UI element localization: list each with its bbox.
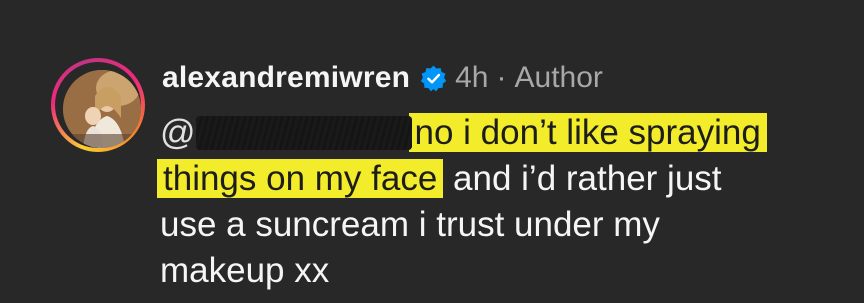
comment-screen: alexandremiwren 4h · Author @ no i don’t … bbox=[0, 0, 864, 303]
comment-line-4: makeup xx bbox=[160, 251, 330, 290]
username[interactable]: alexandremiwren bbox=[162, 61, 410, 95]
meta-separator: · bbox=[496, 61, 507, 94]
avatar-photo bbox=[63, 70, 141, 148]
timestamp: 4h bbox=[455, 61, 489, 94]
mention-prefix[interactable]: @ bbox=[160, 113, 196, 152]
comment-line-1: @ no i don’t like spraying bbox=[160, 110, 850, 156]
comment-text-segment: and i’d rather just bbox=[443, 159, 722, 198]
comment-text: @ no i don’t like spraying things on my f… bbox=[157, 110, 850, 294]
comment-header: alexandremiwren 4h · Author bbox=[162, 58, 603, 98]
author-label: Author bbox=[514, 61, 603, 94]
highlighted-text: no i don’t like spraying bbox=[408, 113, 767, 152]
profile-avatar[interactable] bbox=[51, 58, 145, 152]
comment-line-2: things on my face and i’d rather just bbox=[157, 156, 850, 202]
avatar-photo-image bbox=[63, 70, 141, 148]
highlighted-text: things on my face bbox=[157, 159, 444, 198]
redacted-mention bbox=[195, 116, 412, 150]
comment-line-3: use a suncream i trust under my bbox=[160, 205, 660, 244]
verified-badge-icon bbox=[420, 65, 447, 92]
